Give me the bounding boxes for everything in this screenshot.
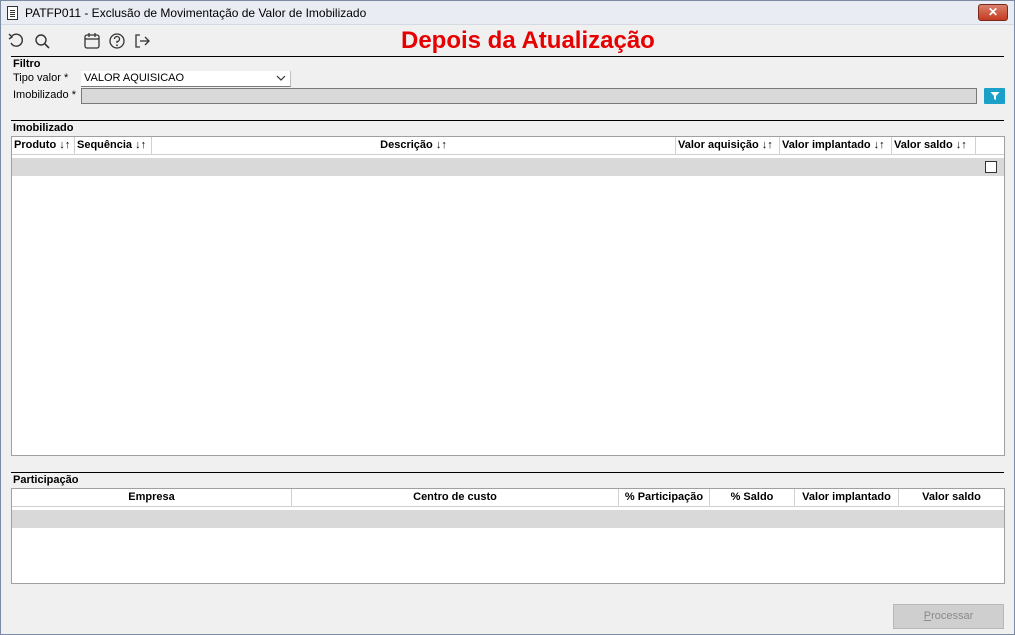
imobilizado-table: Produto ↓↑ Sequência ↓↑ Descrição ↓↑ Val… (11, 136, 1005, 456)
close-button[interactable]: ✕ (978, 4, 1008, 21)
calendar-icon[interactable] (83, 32, 101, 50)
table-header: Empresa Centro de custo % Participação %… (12, 489, 1004, 507)
chevron-down-icon (276, 73, 286, 83)
participacao-table: Empresa Centro de custo % Participação %… (11, 488, 1005, 584)
title-bar: PATFP011 - Exclusão de Movimentação de V… (1, 1, 1014, 25)
imobilizado-heading: Imobilizado (13, 122, 74, 134)
col-descricao[interactable]: Descrição ↓↑ (152, 137, 676, 155)
undo-icon[interactable] (7, 32, 25, 50)
search-icon[interactable] (33, 32, 51, 50)
col-valor-implantado[interactable]: Valor implantado (795, 489, 899, 507)
help-icon[interactable] (108, 32, 126, 50)
table-row[interactable] (12, 158, 1004, 176)
table-row[interactable] (12, 510, 1004, 528)
tipo-valor-select[interactable]: VALOR AQUISICAO (81, 71, 291, 87)
col-produto[interactable]: Produto ↓↑ (12, 137, 75, 155)
table-header: Produto ↓↑ Sequência ↓↑ Descrição ↓↑ Val… (12, 137, 1004, 155)
col-valor-saldo[interactable]: Valor saldo ↓↑ (892, 137, 976, 155)
tipo-valor-label: Tipo valor * (13, 72, 69, 84)
main-window: PATFP011 - Exclusão de Movimentação de V… (0, 0, 1015, 635)
processar-label: rocessar (931, 610, 974, 622)
processar-button[interactable]: Processar (893, 604, 1004, 629)
divider (11, 472, 1004, 473)
col-valor-implantado[interactable]: Valor implantado ↓↑ (780, 137, 892, 155)
col-saldo-pct[interactable]: % Saldo (710, 489, 795, 507)
col-valor-saldo[interactable]: Valor saldo (899, 489, 1004, 507)
col-empresa[interactable]: Empresa (12, 489, 292, 507)
processar-accel: P (923, 610, 932, 622)
col-participacao[interactable]: % Participação (619, 489, 710, 507)
filter-icon (990, 92, 999, 100)
participacao-heading: Participação (13, 474, 79, 486)
update-banner: Depois da Atualização (401, 27, 655, 54)
col-select (976, 137, 1004, 155)
row-checkbox[interactable] (985, 161, 997, 173)
col-sequencia[interactable]: Sequência ↓↑ (75, 137, 152, 155)
imobilizado-label: Imobilizado * (13, 89, 76, 101)
col-valor-aquisicao[interactable]: Valor aquisição ↓↑ (676, 137, 780, 155)
filtro-heading: Filtro (13, 58, 41, 70)
divider (11, 56, 1004, 57)
imobilizado-field[interactable] (81, 88, 977, 104)
exit-icon[interactable] (133, 32, 151, 50)
divider (11, 120, 1004, 121)
col-centro-custo[interactable]: Centro de custo (292, 489, 619, 507)
window-title: PATFP011 - Exclusão de Movimentação de V… (25, 6, 367, 20)
filter-button[interactable] (984, 88, 1005, 104)
tipo-valor-value: VALOR AQUISICAO (84, 72, 185, 84)
document-icon (7, 6, 18, 20)
